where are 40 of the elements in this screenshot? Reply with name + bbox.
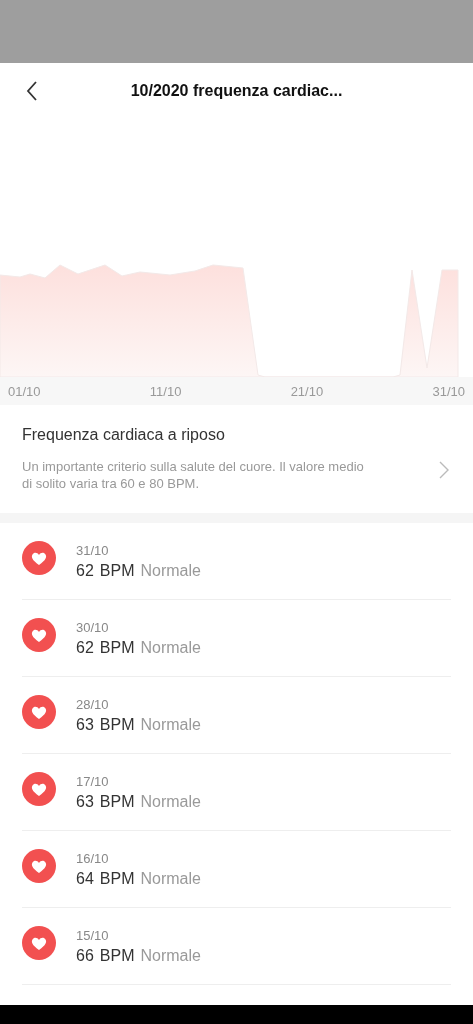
axis-label: 11/10 — [149, 383, 182, 399]
status-label: Normale — [140, 638, 201, 657]
info-description: Un importante criterio sulla salute del cuore. Il valore medio di solito varia tra 60 e 80 BPM. — [22, 458, 365, 492]
record-row[interactable]: 17/10 63 BPM Normale — [22, 754, 451, 831]
bpm-unit: BPM — [99, 869, 135, 888]
record-date: 16/10 — [76, 850, 110, 866]
status-label: Normale — [140, 869, 201, 888]
bpm-unit: BPM — [99, 946, 135, 965]
record-date: 31/10 — [76, 542, 110, 558]
record-row[interactable]: 16/10 64 BPM Normale — [22, 831, 451, 908]
axis-label: 01/10 — [8, 383, 41, 399]
status-label: Normale — [140, 561, 201, 580]
chevron-right-icon — [439, 461, 449, 479]
bpm-value: 63 — [76, 715, 94, 734]
axis-label: 21/10 — [290, 383, 324, 399]
record-row[interactable]: 28/10 63 BPM Normale — [22, 677, 451, 754]
bpm-unit: BPM — [99, 792, 135, 811]
bpm-value: 63 — [76, 792, 94, 811]
info-title: Frequenza cardiaca a riposo — [22, 426, 226, 444]
status-label: Normale — [140, 715, 201, 734]
bpm-value: 62 — [76, 638, 94, 657]
status-label: Normale — [140, 946, 201, 965]
bpm-unit: BPM — [99, 561, 135, 580]
record-date: 28/10 — [76, 696, 110, 712]
bpm-unit: BPM — [99, 638, 135, 657]
back-icon[interactable] — [26, 81, 38, 101]
record-row[interactable]: 15/10 66 BPM Normale — [22, 908, 451, 985]
bpm-value: 62 — [76, 561, 94, 580]
record-date: 17/10 — [76, 773, 110, 789]
page-title: 10/2020 frequenza cardiac... — [130, 81, 343, 100]
record-date: 30/10 — [76, 619, 110, 635]
bpm-value: 66 — [76, 946, 94, 965]
bpm-unit: BPM — [99, 715, 135, 734]
info-card[interactable]: Frequenza cardiaca a riposo Un importante criterio sulla salute del cuore. Il valore medio di solito varia tra 60 e 80 BPM. — [0, 405, 473, 513]
record-date: 15/10 — [76, 927, 110, 943]
bpm-value: 64 — [76, 869, 94, 888]
status-label: Normale — [140, 792, 201, 811]
axis-label: 31/10 — [432, 383, 465, 399]
record-row[interactable]: 30/10 62 BPM Normale — [22, 600, 451, 677]
record-row[interactable]: 31/10 62 BPM Normale — [22, 523, 451, 600]
